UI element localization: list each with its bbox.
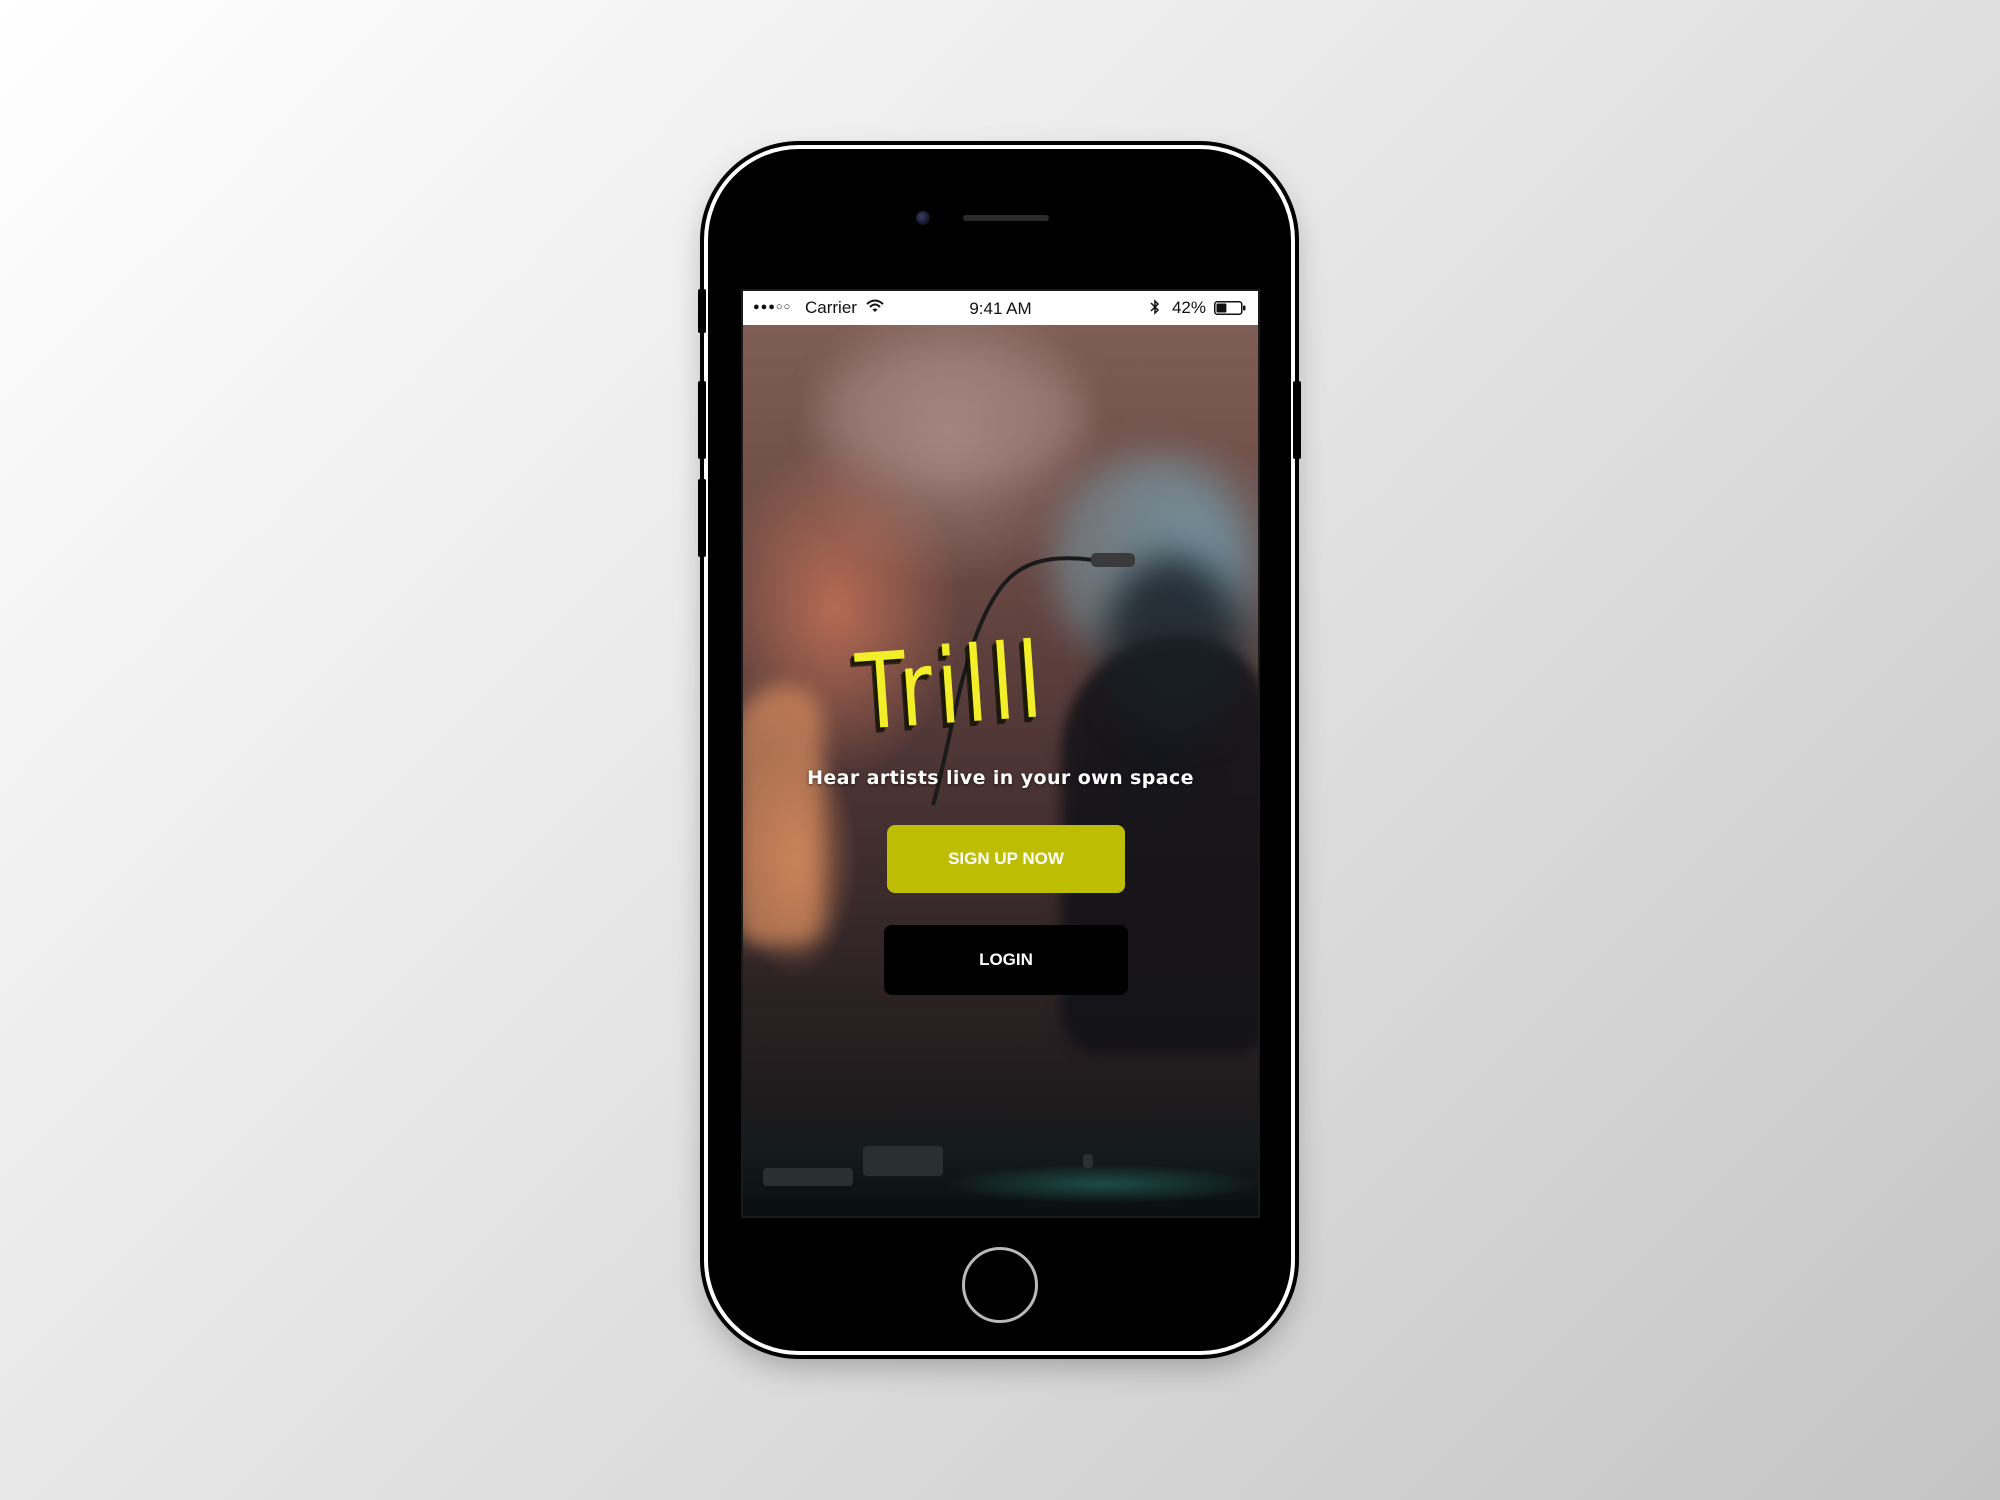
app-screen: ●●●○○ Carrier 9:41 AM 42% Trilll Hear ar… (741, 289, 1260, 1218)
volume-down-button (698, 479, 706, 557)
background-figure (743, 685, 823, 945)
power-button (1293, 381, 1301, 459)
tagline: Hear artists live in your own space (807, 767, 1194, 789)
volume-up-button (698, 381, 706, 459)
home-button[interactable] (962, 1247, 1038, 1323)
battery-percent: 42% (1171, 298, 1206, 317)
earpiece-speaker (963, 215, 1049, 221)
app-logo: Trilll (852, 618, 1051, 754)
login-button[interactable]: LOGIN (884, 925, 1128, 995)
mute-switch (698, 289, 706, 333)
phone-mockup: ●●●○○ Carrier 9:41 AM 42% Trilll Hear ar… (698, 145, 1301, 1355)
front-camera (916, 211, 930, 225)
status-bar: ●●●○○ Carrier 9:41 AM 42% (743, 291, 1258, 325)
bluetooth-icon (1150, 299, 1160, 315)
sign-up-button[interactable]: SIGN UP NOW (887, 825, 1125, 893)
battery-icon (1214, 301, 1246, 315)
